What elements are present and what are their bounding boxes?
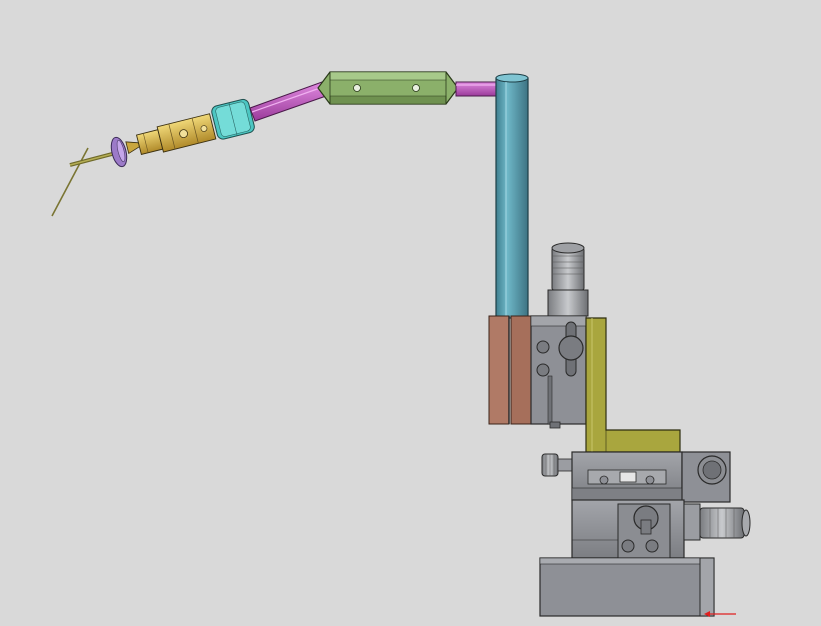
magenta-rod-upper: [455, 81, 501, 97]
upper-micrometer: [547, 242, 589, 317]
vertical-teal-rod: [495, 73, 529, 319]
middle-stage: [541, 451, 731, 503]
cad-viewport[interactable]: [0, 0, 821, 626]
purple-ring: [110, 136, 128, 168]
cyan-collar: [211, 98, 255, 140]
green-clamp: [317, 71, 459, 105]
triad-arrow-icon: [704, 611, 736, 617]
olive-l-bracket: [585, 317, 681, 453]
needle-tip: [51, 147, 113, 217]
copper-plates: [488, 315, 532, 425]
lower-stage: [571, 499, 751, 559]
magenta-rod-lower: [249, 81, 327, 122]
base-plate: [539, 557, 715, 617]
assembly-drawing: [51, 71, 751, 617]
gold-holder: [125, 113, 217, 155]
upper-stage-block: [530, 315, 587, 429]
